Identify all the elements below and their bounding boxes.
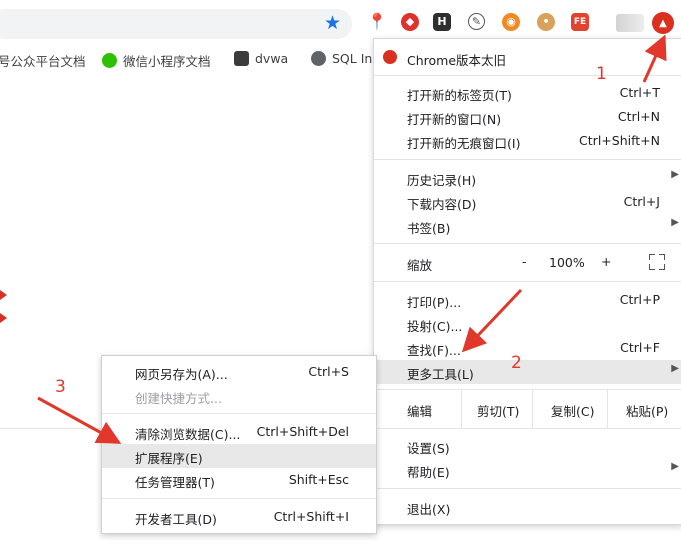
annotation-arrows	[37, 34, 667, 444]
arrow-to-more-tools	[461, 288, 523, 353]
arrow-to-menu-button	[642, 34, 667, 83]
arrow-to-extensions	[37, 396, 122, 444]
